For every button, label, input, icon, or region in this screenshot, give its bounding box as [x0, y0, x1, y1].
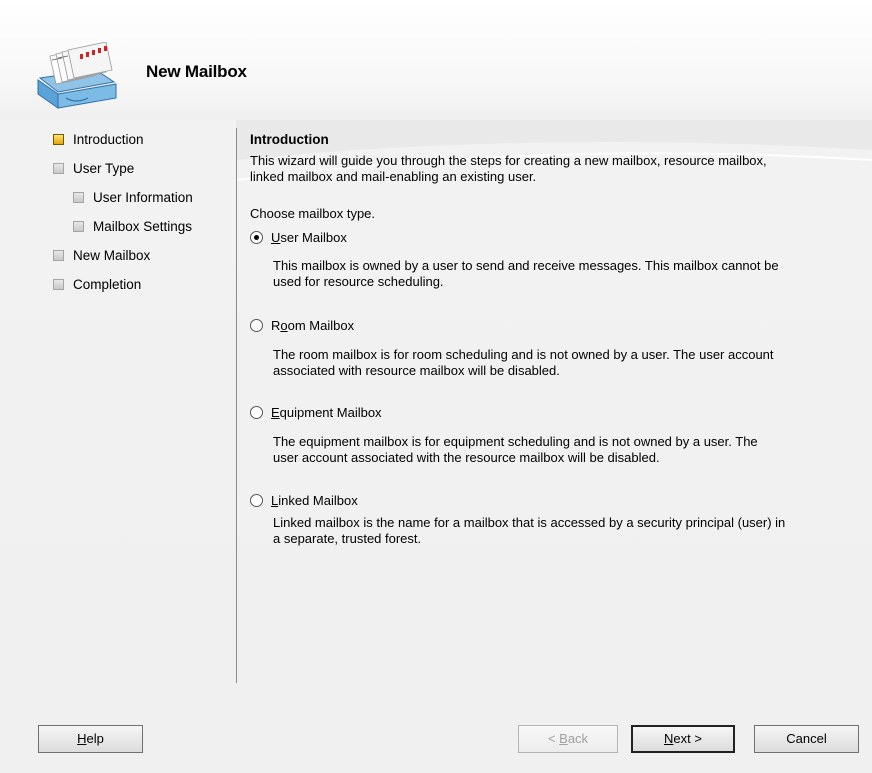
label-rest: ser Mailbox — [280, 230, 347, 245]
step-label: User Information — [93, 190, 193, 205]
step-pending-indicator-icon — [53, 279, 64, 290]
back-button[interactable]: < Back — [518, 725, 618, 753]
desc-line: used for resource scheduling. — [273, 274, 444, 289]
access-key: E — [271, 405, 280, 420]
new-mailbox-wizard-window: New Mailbox Introduction User Type User … — [0, 0, 872, 773]
room-mailbox-label[interactable]: Room Mailbox — [271, 318, 354, 333]
wizard-header: New Mailbox — [0, 0, 872, 120]
user-mailbox-radio[interactable] — [250, 231, 263, 244]
choose-type-label: Choose mailbox type. — [250, 206, 376, 221]
desc-line: associated with resource mailbox will be… — [273, 363, 560, 378]
step-pending-indicator-icon — [73, 221, 84, 232]
next-button[interactable]: Next > — [631, 725, 735, 753]
label-rest: quipment Mailbox — [279, 405, 382, 420]
step-label: User Type — [73, 161, 135, 176]
cancel-button[interactable]: Cancel — [754, 725, 859, 753]
label-rest: ack — [567, 731, 589, 746]
label-rest: ext > — [673, 731, 702, 746]
equipment-mailbox-radio[interactable] — [250, 406, 263, 419]
mailbox-stack-icon — [36, 41, 118, 110]
access-key: N — [664, 731, 674, 746]
room-mailbox-radio[interactable] — [250, 319, 263, 332]
equipment-mailbox-description: The equipment mailbox is for equipment s… — [273, 434, 853, 466]
wizard-footer: Help < Back Next > Cancel — [0, 707, 872, 773]
step-pending-indicator-icon — [53, 250, 64, 261]
step-label: Introduction — [73, 132, 144, 147]
label-rest: elp — [86, 731, 104, 746]
radio-selected-dot — [254, 235, 259, 240]
step-label: Mailbox Settings — [93, 219, 193, 234]
user-mailbox-label[interactable]: User Mailbox — [271, 230, 347, 245]
linked-mailbox-label[interactable]: Linked Mailbox — [271, 493, 358, 508]
help-button[interactable]: Help — [38, 725, 143, 753]
equipment-mailbox-label[interactable]: Equipment Mailbox — [271, 405, 382, 420]
access-key: H — [77, 731, 87, 746]
desc-line: The room mailbox is for room scheduling … — [273, 347, 774, 362]
vertical-divider — [236, 128, 237, 683]
label-prefix: < — [547, 731, 560, 746]
step-active-indicator-icon — [53, 134, 64, 145]
access-key: o — [280, 318, 288, 333]
desc-line: Linked mailbox is the name for a mailbox… — [273, 515, 786, 530]
step-pending-indicator-icon — [53, 163, 64, 174]
desc-line: This mailbox is owned by a user to send … — [273, 258, 779, 273]
linked-mailbox-description: Linked mailbox is the name for a mailbox… — [273, 515, 853, 547]
wizard-title: New Mailbox — [146, 62, 247, 81]
intro-text-line1: This wizard will guide you through the s… — [250, 153, 767, 168]
step-label: Completion — [73, 277, 142, 292]
desc-line: user account associated with the resourc… — [273, 450, 660, 465]
desc-line: a separate, trusted forest. — [273, 531, 422, 546]
step-label: New Mailbox — [73, 248, 151, 263]
intro-text-line2: linked mailbox and mail-enabling an exis… — [250, 169, 537, 184]
access-key: B — [559, 731, 568, 746]
label-prefix: R — [271, 318, 281, 333]
label-rest: om Mailbox — [287, 318, 355, 333]
room-mailbox-description: The room mailbox is for room scheduling … — [273, 347, 853, 379]
label-rest: inked Mailbox — [278, 493, 358, 508]
content-title: Introduction — [250, 132, 329, 147]
desc-line: The equipment mailbox is for equipment s… — [273, 434, 758, 449]
step-pending-indicator-icon — [73, 192, 84, 203]
access-key: U — [271, 230, 281, 245]
linked-mailbox-radio[interactable] — [250, 494, 263, 507]
user-mailbox-description: This mailbox is owned by a user to send … — [273, 258, 853, 290]
